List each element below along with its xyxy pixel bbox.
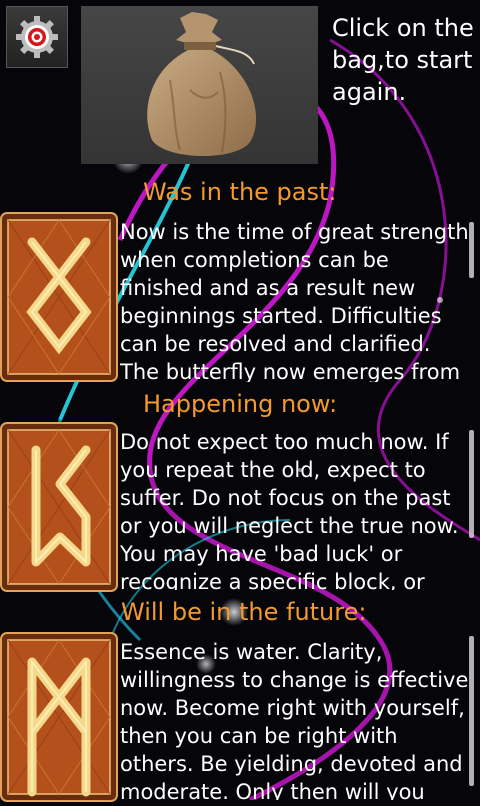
rune-card-now[interactable] [0, 422, 118, 592]
rune-card-future[interactable] [0, 632, 118, 802]
othala-rune-icon [0, 212, 118, 382]
reading-text-future: Essence is water. Clarity, willingness t… [120, 640, 469, 800]
scrollbar-now[interactable] [469, 430, 474, 538]
settings-button[interactable] [6, 6, 68, 68]
rune-card-past[interactable] [0, 212, 118, 382]
section-title-future: Will be in the future: [121, 598, 367, 626]
bag-button[interactable] [81, 6, 318, 164]
scrollbar-future[interactable] [469, 636, 474, 786]
section-title-now: Happening now: [143, 390, 338, 418]
restart-hint: Click on the bag,to start again. [332, 14, 474, 106]
reading-text-past: Now is the time of great strength when c… [120, 220, 469, 382]
scrollbar-past[interactable] [469, 222, 474, 278]
section-title-past: Was in the past: [143, 178, 337, 206]
perthro-rune-icon [0, 422, 118, 592]
gear-icon [16, 16, 58, 58]
reading-text-now: Do not expect too much now. If you repea… [120, 430, 459, 590]
mannaz-rune-icon [0, 632, 118, 802]
burlap-sack-icon [146, 12, 256, 157]
